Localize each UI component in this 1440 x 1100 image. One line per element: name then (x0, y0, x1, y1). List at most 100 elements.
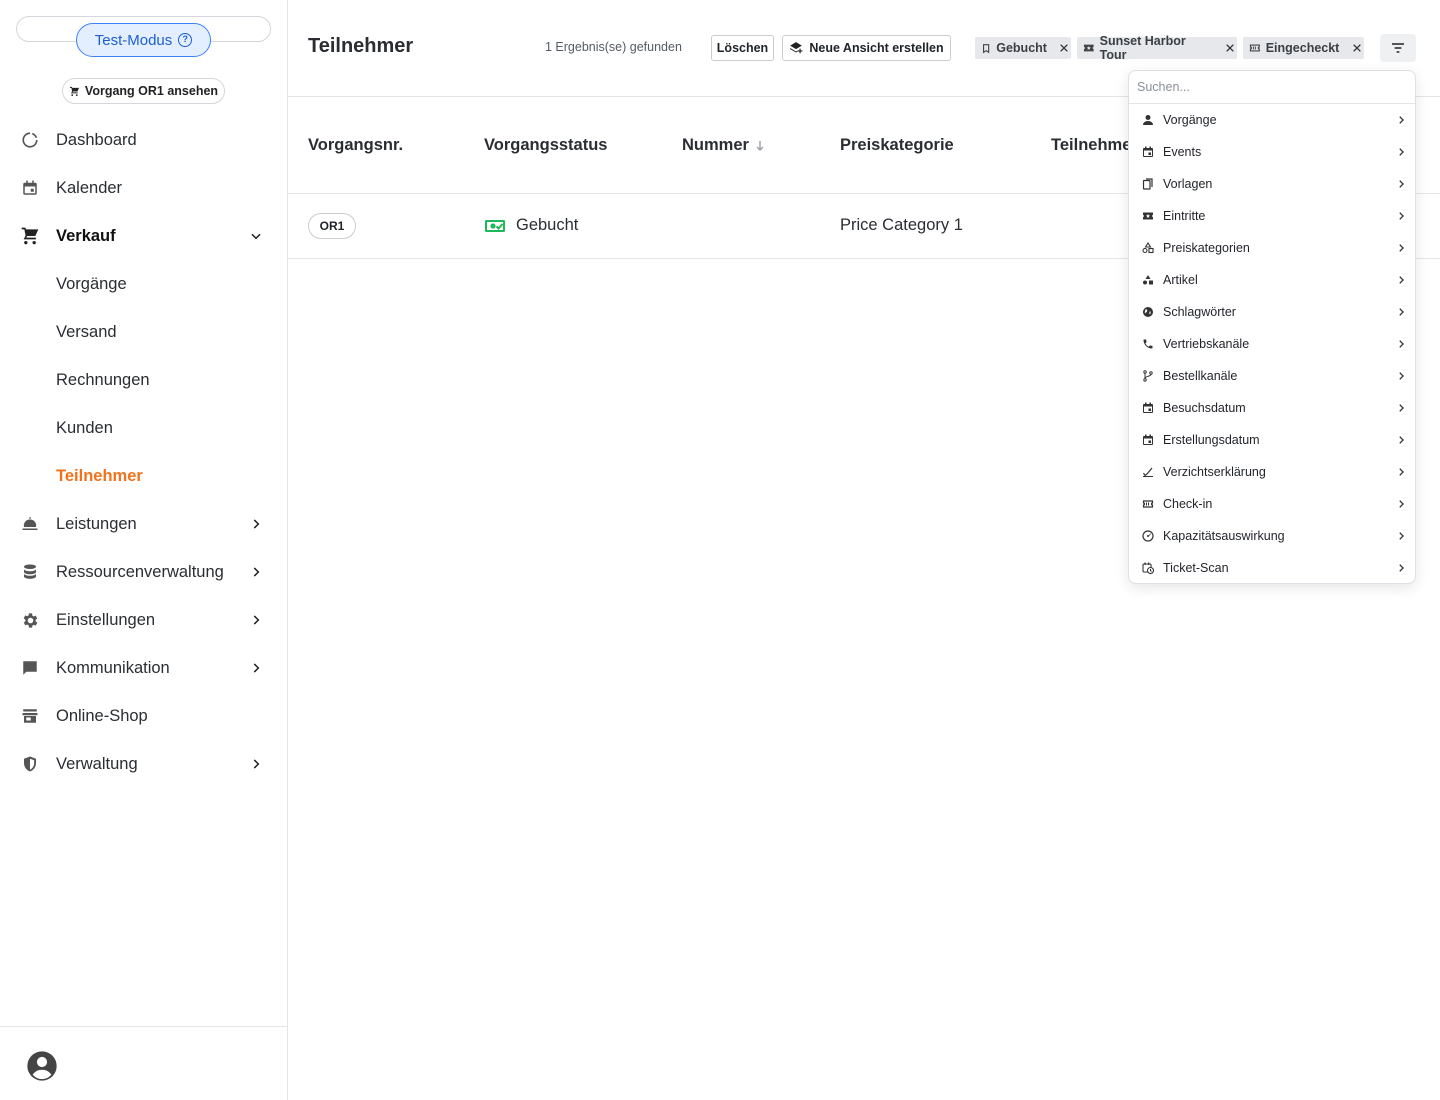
help-icon: ? (178, 33, 193, 47)
sidebar-subitem-kunden[interactable]: Kunden (0, 408, 287, 448)
chevron-right-icon (1395, 114, 1407, 126)
filter-option-erstellungsdatum[interactable]: Erstellungsdatum (1129, 424, 1415, 456)
chevron-right-icon (248, 612, 264, 628)
filter-option-besuchsdatum[interactable]: Besuchsdatum (1129, 392, 1415, 424)
order-status-label: Gebucht (516, 216, 579, 234)
sidebar-item-label: Online-Shop (56, 706, 148, 725)
sidebar-item-label: Verkauf (56, 226, 116, 245)
sidebar-item-verkauf[interactable]: Verkauf (0, 216, 287, 256)
sidebar-item-kalender[interactable]: Kalender (0, 168, 287, 208)
sidebar-subitem-teilnehmer[interactable]: Teilnehmer (0, 456, 287, 496)
price-category-cell: Price Category 1 (840, 216, 963, 234)
chevron-right-icon (1395, 274, 1407, 286)
test-mode-badge[interactable]: Test-Modus ? (76, 23, 211, 57)
chevron-right-icon (1395, 306, 1407, 318)
remove-filter-icon[interactable] (1058, 41, 1071, 55)
fork-icon (1141, 369, 1155, 383)
user-avatar-icon[interactable] (26, 1050, 58, 1082)
chevron-right-icon (248, 756, 264, 772)
order-number-pill[interactable]: OR1 (308, 213, 356, 239)
column-header-vorgangsnr[interactable]: Vorgangsnr. (308, 136, 403, 155)
filter-option-preiskategorien[interactable]: Preiskategorien (1129, 232, 1415, 264)
gauge-icon (1141, 529, 1155, 543)
sidebar-item-label: Dashboard (56, 130, 137, 149)
column-header-preiskategorie[interactable]: Preiskategorie (840, 136, 954, 155)
column-header-vorgangsstatus[interactable]: Vorgangsstatus (484, 136, 607, 155)
filter-option-bestellkanaele[interactable]: Bestellkanäle (1129, 360, 1415, 392)
sidebar-item-online-shop[interactable]: Online-Shop (0, 696, 287, 736)
chevron-right-icon (1395, 466, 1407, 478)
filter-option-label: Schlagwörter (1163, 305, 1236, 319)
column-header-nummer[interactable]: Nummer (682, 136, 765, 155)
chevron-right-icon (1395, 242, 1407, 254)
sidebar-subitem-versand[interactable]: Versand (0, 312, 287, 352)
chevron-right-icon (248, 660, 264, 676)
clear-filters-button[interactable]: Löschen (711, 35, 774, 61)
filter-menu-button[interactable] (1380, 34, 1416, 62)
copy-icon (1141, 177, 1155, 191)
clear-filters-label: Löschen (716, 41, 769, 55)
column-header-label: Vorgangsnr. (308, 136, 404, 154)
column-header-teilnehmer[interactable]: Teilnehmer (1051, 136, 1138, 155)
layers-add-icon (790, 42, 803, 54)
column-header-label: Nummer (682, 136, 749, 154)
column-header-label: Vorgangsstatus (484, 136, 608, 154)
bookmark-icon (983, 43, 990, 53)
signature-icon (1141, 465, 1155, 479)
view-order-chip[interactable]: Vorgang OR1 ansehen (62, 78, 225, 104)
sidebar-item-kommunikation[interactable]: Kommunikation (0, 648, 287, 688)
chevron-right-icon (248, 564, 264, 580)
filter-option-kapazitaetsauswirkung[interactable]: Kapazitätsauswirkung (1129, 520, 1415, 552)
filter-option-label: Vorgänge (1163, 113, 1217, 127)
filter-option-label: Besuchsdatum (1163, 401, 1246, 415)
filter-option-artikel[interactable]: Artikel (1129, 264, 1415, 296)
view-order-label: Vorgang OR1 ansehen (84, 84, 219, 98)
filter-option-eintritte[interactable]: Eintritte (1129, 200, 1415, 232)
filter-option-label: Erstellungsdatum (1163, 433, 1260, 447)
remove-filter-icon[interactable] (1223, 41, 1237, 55)
filter-option-label: Events (1163, 145, 1202, 159)
sidebar-item-dashboard[interactable]: Dashboard (0, 120, 287, 160)
create-view-label: Neue Ansicht erstellen (809, 41, 944, 55)
filter-option-label: Verzichtserklärung (1163, 465, 1266, 479)
person-icon (1141, 113, 1155, 127)
filter-option-label: Eintritte (1163, 209, 1206, 223)
filter-option-schlagwoerter[interactable]: Schlagwörter (1129, 296, 1415, 328)
event-icon (1141, 145, 1155, 159)
cart-icon (20, 226, 40, 246)
event-icon (1141, 433, 1155, 447)
sidebar-item-label: Einstellungen (56, 610, 156, 629)
sidebar: Test-Modus ? Vorgang OR1 ansehen Dashboa… (0, 0, 288, 1100)
calendar-icon (20, 178, 40, 198)
chevron-right-icon (1395, 210, 1407, 222)
filter-option-label: Ticket-Scan (1163, 561, 1229, 575)
filter-option-ticket-scan[interactable]: Ticket-Scan (1129, 552, 1415, 583)
sidebar-item-ressourcenverwaltung[interactable]: Ressourcenverwaltung (0, 552, 287, 592)
chevron-right-icon (1395, 402, 1407, 414)
filter-option-verzichtserklaerung[interactable]: Verzichtserklärung (1129, 456, 1415, 488)
sidebar-subitem-label: Rechnungen (56, 370, 150, 389)
service-bell-icon (20, 514, 40, 534)
filter-option-vertriebskanaele[interactable]: Vertriebskanäle (1129, 328, 1415, 360)
event-icon (1141, 401, 1155, 415)
sidebar-subitem-rechnungen[interactable]: Rechnungen (0, 360, 287, 400)
sidebar-item-einstellungen[interactable]: Einstellungen (0, 600, 287, 640)
booked-money-icon (485, 219, 505, 232)
create-view-button[interactable]: Neue Ansicht erstellen (782, 35, 951, 61)
filter-option-events[interactable]: Events (1129, 136, 1415, 168)
filter-option-label: Bestellkanäle (1163, 369, 1238, 383)
filter-option-vorgaenge[interactable]: Vorgänge (1129, 104, 1415, 136)
sidebar-subitem-vorgaenge[interactable]: Vorgänge (0, 264, 287, 304)
sidebar-item-label: Kalender (56, 178, 123, 197)
sidebar-item-verwaltung[interactable]: Verwaltung (0, 744, 287, 784)
sidebar-item-label: Kommunikation (56, 658, 170, 677)
sort-descending-icon (756, 140, 764, 151)
ticket-outline-icon (1141, 497, 1155, 511)
remove-filter-icon[interactable] (1350, 41, 1364, 55)
filter-option-vorlagen[interactable]: Vorlagen (1129, 168, 1415, 200)
sidebar-item-leistungen[interactable]: Leistungen (0, 504, 287, 544)
chevron-right-icon (1395, 178, 1407, 190)
filter-search-input[interactable] (1129, 71, 1415, 104)
filter-option-check-in[interactable]: Check-in (1129, 488, 1415, 520)
filter-chip-event: Sunset Harbor Tour (1077, 34, 1237, 62)
